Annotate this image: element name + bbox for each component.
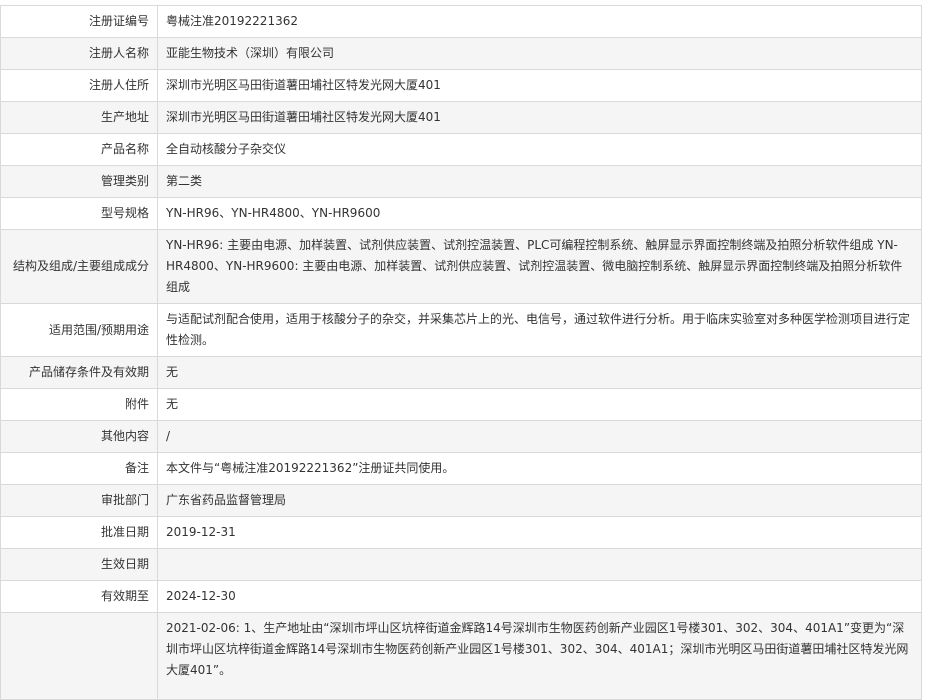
table-row: 有效期至 2024-12-30 — [0, 580, 922, 613]
field-value: 第二类 — [157, 165, 922, 198]
field-label: 注册人住所 — [0, 69, 158, 102]
table-row: 适用范围/预期用途 与适配试剂配合使用，适用于核酸分子的杂交，并采集芯片上的光、电… — [0, 303, 922, 357]
field-label — [0, 612, 158, 700]
table-row: 注册人名称 亚能生物技术（深圳）有限公司 — [0, 37, 922, 70]
field-value: 与适配试剂配合使用，适用于核酸分子的杂交，并采集芯片上的光、电信号，通过软件进行… — [157, 303, 922, 357]
table-row: 生效日期 — [0, 548, 922, 581]
table-row: 附件无 — [0, 388, 922, 421]
field-value: 广东省药品监督管理局 — [157, 484, 922, 517]
table-row: 审批部门 广东省药品监督管理局 — [0, 484, 922, 517]
field-label: 备注 — [0, 452, 158, 485]
field-label: 结构及组成/主要组成成分 — [0, 229, 158, 304]
field-value: / — [157, 420, 922, 453]
table-row: 管理类别 第二类 — [0, 165, 922, 198]
table-row: 其他内容 / — [0, 420, 922, 453]
table-row: 备注 本文件与“粤械注准20192221362”注册证共同使用。 — [0, 452, 922, 485]
table-row: 生产地址 深圳市光明区马田街道薯田埔社区特发光网大厦401 — [0, 101, 922, 134]
field-value: 无 — [157, 356, 922, 389]
field-label: 管理类别 — [0, 165, 158, 198]
field-label: 生效日期 — [0, 548, 158, 581]
table-row: 注册人住所 深圳市光明区马田街道薯田埔社区特发光网大厦401 — [0, 69, 922, 102]
field-value: 亚能生物技术（深圳）有限公司 — [157, 37, 922, 70]
field-label: 审批部门 — [0, 484, 158, 517]
field-value — [157, 548, 922, 581]
table-row: 产品储存条件及有效期无 — [0, 356, 922, 389]
field-value: 2019-12-31 — [157, 516, 922, 549]
field-label: 适用范围/预期用途 — [0, 303, 158, 357]
field-value: 2021-02-06: 1、生产地址由“深圳市坪山区坑梓街道金辉路14号深圳市生… — [157, 612, 922, 700]
table-row: 型号规格 YN-HR96、YN-HR4800、YN-HR9600 — [0, 197, 922, 230]
field-label: 批准日期 — [0, 516, 158, 549]
field-value: 全自动核酸分子杂交仪 — [157, 133, 922, 166]
field-label: 附件 — [0, 388, 158, 421]
field-label: 生产地址 — [0, 101, 158, 134]
field-value: 2024-12-30 — [157, 580, 922, 613]
table-row: 产品名称 全自动核酸分子杂交仪 — [0, 133, 922, 166]
field-label: 有效期至 — [0, 580, 158, 613]
field-label: 注册人名称 — [0, 37, 158, 70]
field-label: 注册证编号 — [0, 5, 158, 38]
field-value: 深圳市光明区马田街道薯田埔社区特发光网大厦401 — [157, 101, 922, 134]
field-label: 产品储存条件及有效期 — [0, 356, 158, 389]
field-value: YN-HR96: 主要由电源、加样装置、试剂供应装置、试剂控温装置、PLC可编程… — [157, 229, 922, 304]
registration-table: 注册证编号 粤械注准20192221362 注册人名称 亚能生物技术（深圳）有限公司注… — [0, 5, 922, 700]
field-value: 无 — [157, 388, 922, 421]
field-value: 本文件与“粤械注准20192221362”注册证共同使用。 — [157, 452, 922, 485]
field-label: 其他内容 — [0, 420, 158, 453]
table-row: 结构及组成/主要组成成分 YN-HR96: 主要由电源、加样装置、试剂供应装置、试… — [0, 229, 922, 304]
table-row: 批准日期 2019-12-31 — [0, 516, 922, 549]
field-label: 产品名称 — [0, 133, 158, 166]
field-value: YN-HR96、YN-HR4800、YN-HR9600 — [157, 197, 922, 230]
table-row: 2021-02-06: 1、生产地址由“深圳市坪山区坑梓街道金辉路14号深圳市生… — [0, 612, 922, 700]
field-label: 型号规格 — [0, 197, 158, 230]
table-row: 注册证编号 粤械注准20192221362 — [0, 5, 922, 38]
field-value: 粤械注准20192221362 — [157, 5, 922, 38]
field-value: 深圳市光明区马田街道薯田埔社区特发光网大厦401 — [157, 69, 922, 102]
